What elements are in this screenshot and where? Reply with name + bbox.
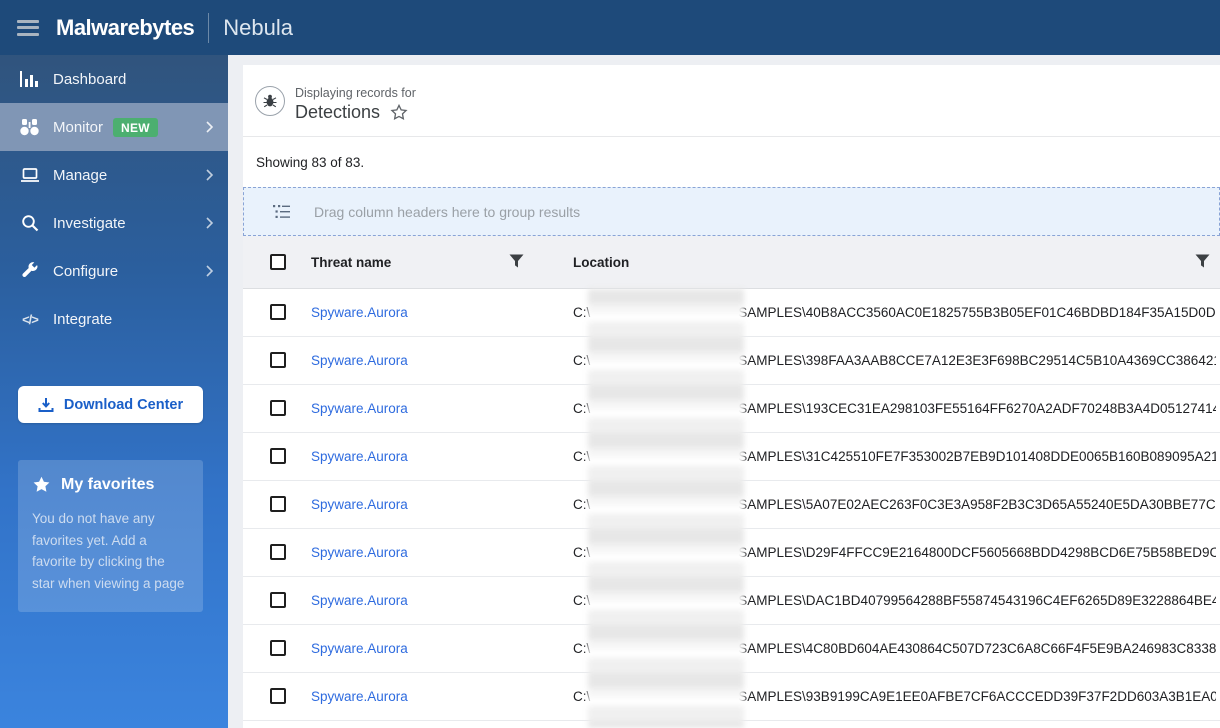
row-checkbox[interactable] [270,592,286,608]
select-all-checkbox[interactable] [270,254,286,270]
sidebar-item-monitor[interactable]: Monitor NEW [0,103,228,151]
favorites-empty-text: You do not have any favorites yet. Add a… [32,511,185,591]
laptop-icon [19,165,41,185]
star-icon [32,476,51,494]
sidebar-nav: Dashboard Monitor NEW Manage Investigate… [0,55,228,343]
topbar-divider [208,12,210,43]
threat-link[interactable]: Spyware.Aurora [311,641,408,656]
threat-link[interactable]: Spyware.Aurora [311,449,408,464]
download-center-label: Download Center [63,396,184,413]
my-favorites-panel: My favorites You do not have any favorit… [18,460,203,613]
chevron-right-icon [202,119,216,135]
redacted-region [588,289,744,728]
favorites-title: My favorites [61,476,155,493]
wrench-icon [19,261,41,281]
sidebar: Dashboard Monitor NEW Manage Investigate… [0,55,228,728]
sidebar-item-label: Dashboard [53,70,127,88]
row-checkbox[interactable] [270,688,286,704]
top-bar: Malwarebytes Nebula [0,0,1220,55]
row-checkbox[interactable] [270,304,286,320]
threat-link[interactable]: Spyware.Aurora [311,353,408,368]
product-name: Nebula [223,14,294,40]
sidebar-item-label: Configure [53,262,119,280]
row-checkbox[interactable] [270,496,286,512]
column-header-threat-name[interactable]: Threat name [311,255,391,270]
hamburger-menu-icon[interactable] [17,19,39,36]
chevron-right-icon [202,167,216,183]
row-checkbox[interactable] [270,544,286,560]
chevron-right-icon [202,263,216,279]
code-icon: </> [22,311,39,327]
location-suffix: SAMPLES\4C80BD604AE430864C507D723C6A8C66… [738,641,1216,656]
sidebar-item-configure[interactable]: Configure [0,247,228,295]
sidebar-item-label: Monitor [53,118,104,136]
download-center-button[interactable]: Download Center [18,386,203,423]
sidebar-item-dashboard[interactable]: Dashboard [0,55,228,103]
threat-link[interactable]: Spyware.Aurora [311,689,408,704]
threat-link[interactable]: Spyware.Aurora [311,545,408,560]
column-header-location[interactable]: Location [573,255,629,270]
row-checkbox[interactable] [270,352,286,368]
location-suffix: SAMPLES\193CEC31EA298103FE55164FF6270A2A… [738,401,1216,416]
row-checkbox[interactable] [270,400,286,416]
chevron-right-icon [202,215,216,231]
location-suffix: SAMPLES\DAC1BD40799564288BF55874543196C4… [738,593,1216,608]
malwarebytes-logo: Malwarebytes [56,14,195,40]
detections-bug-icon [255,86,285,116]
sidebar-item-label: Manage [53,166,108,184]
location-suffix: SAMPLES\93B9199CA9E1EE0AFBE7CF6ACCCEDD39… [738,689,1216,704]
threat-link[interactable]: Spyware.Aurora [311,401,408,416]
group-by-icon [273,204,290,219]
location-suffix: SAMPLES\40B8ACC3560AC0E1825755B3B05EF01C… [738,305,1216,320]
record-count: Showing 83 of 83. [256,154,365,170]
group-by-drop-zone[interactable]: Drag column headers here to group result… [243,187,1220,236]
binoculars-icon [19,117,41,137]
location-suffix: SAMPLES\31C425510FE7F353002B7EB9D101408D… [738,449,1216,464]
favorite-star-icon[interactable] [390,104,408,121]
page-title: Detections [295,102,381,122]
group-by-hint-text: Drag column headers here to group result… [314,203,581,220]
location-suffix: SAMPLES\5A07E02AEC263F0C3E3A958F2B3C3D65… [738,497,1216,512]
sidebar-item-investigate[interactable]: Investigate [0,199,228,247]
location-filter-icon[interactable] [1195,254,1210,268]
sidebar-item-integrate[interactable]: </> Integrate [0,295,228,343]
threat-name-filter-icon[interactable] [509,254,524,268]
main-content: Displaying records for Detections Showin… [243,65,1220,728]
threat-link[interactable]: Spyware.Aurora [311,305,408,320]
new-badge: NEW [113,117,158,137]
threat-link[interactable]: Spyware.Aurora [311,497,408,512]
header-eyebrow: Displaying records for [295,86,416,100]
location-suffix: SAMPLES\D29F4FFCC9E2164800DCF5605668BDD4… [738,545,1216,560]
row-checkbox[interactable] [270,640,286,656]
sidebar-item-manage[interactable]: Manage [0,151,228,199]
page-header: Displaying records for Detections [243,65,1220,137]
download-icon [38,397,54,413]
row-checkbox[interactable] [270,448,286,464]
sidebar-item-label: Investigate [53,214,126,232]
table-header: Threat name Location [243,236,1220,289]
search-icon [19,213,41,233]
threat-link[interactable]: Spyware.Aurora [311,593,408,608]
sidebar-item-label: Integrate [53,310,113,328]
bar-chart-icon [19,69,41,89]
location-suffix: SAMPLES\398FAA3AAB8CCE7A12E3E3F698BC2951… [738,353,1216,368]
